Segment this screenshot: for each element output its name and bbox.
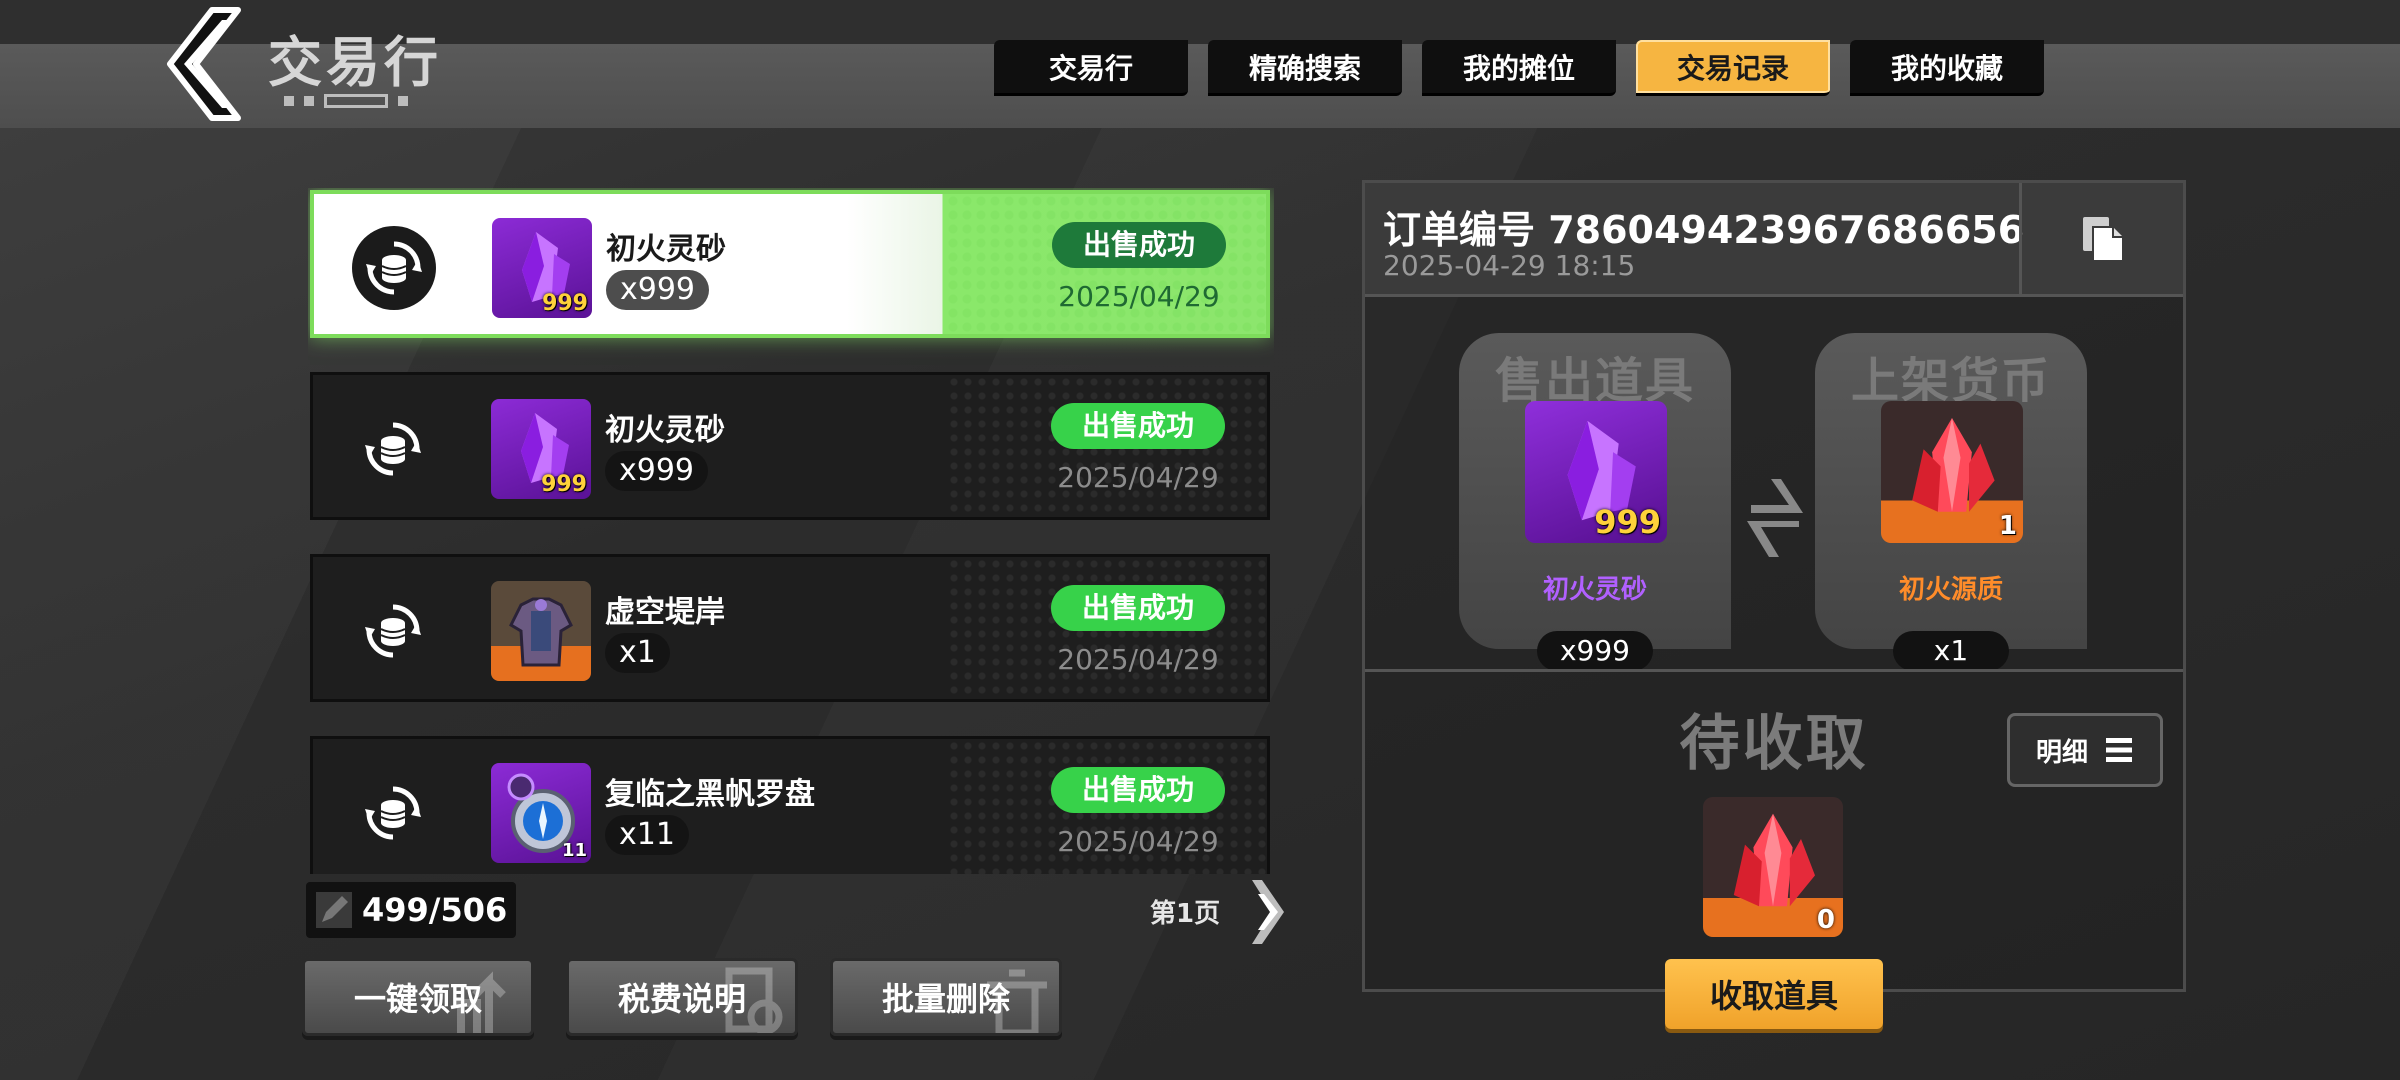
purple-crystal-icon[interactable]: 999	[1525, 401, 1667, 543]
item-quantity: x11	[605, 815, 689, 855]
swap-icon	[1747, 479, 1803, 557]
price-item-quantity: x1	[1893, 631, 2009, 671]
record-date: 2025/04/29	[1057, 461, 1219, 494]
record-row[interactable]: 999 初火灵砂 x999 出售成功 2025/04/29	[310, 190, 1270, 338]
armor-icon	[491, 581, 591, 681]
purple-crystal-icon: 999	[492, 218, 592, 318]
item-name: 初火灵砂	[605, 413, 725, 448]
sold-item-card: 售出道具 999 初火灵砂	[1459, 333, 1731, 649]
status-badge: 出售成功	[1051, 767, 1225, 813]
sold-item-name: 初火灵砂	[1542, 575, 1647, 605]
status-badge: 出售成功	[1052, 222, 1226, 268]
divider	[1365, 669, 2183, 672]
tax-info-button[interactable]: 税费说明	[566, 958, 798, 1036]
red-crystal-icon[interactable]: 0	[1703, 797, 1843, 937]
sold-item-quantity: x999	[1537, 631, 1653, 671]
item-name: 初火灵砂	[606, 232, 726, 267]
record-row[interactable]: 虚空堤岸 x1 出售成功 2025/04/29	[310, 554, 1270, 702]
red-crystal-icon[interactable]: 1	[1881, 401, 2023, 543]
record-date: 2025/04/29	[1057, 825, 1219, 858]
exchange-section: 售出道具 999 初火灵砂 x999 上架货币 1 初火源质 x1	[1365, 297, 2183, 671]
record-count-badge: 499/506	[306, 882, 516, 938]
price-item-name: 初火源质	[1898, 575, 2003, 605]
price-item-card: 上架货币 1 初火源质	[1815, 333, 2087, 649]
copy-button[interactable]	[2019, 183, 2183, 294]
record-date: 2025/04/29	[1058, 280, 1220, 313]
title-decoration	[284, 94, 408, 108]
order-detail-panel: 订单编号 786049423967686656 2025-04-29 18:15…	[1362, 180, 2186, 1029]
record-row[interactable]: 11 复临之黑帆罗盘 x11 出售成功 2025/04/29	[310, 736, 1270, 874]
coin-stack-icon	[352, 226, 436, 310]
purple-crystal-icon: 999	[491, 399, 591, 499]
detail-list-button[interactable]: 明细	[2007, 713, 2163, 787]
item-quantity: x999	[605, 451, 709, 491]
status-badge: 出售成功	[1051, 585, 1225, 631]
item-name: 复临之黑帆罗盘	[605, 777, 815, 812]
record-row[interactable]: 999 初火灵砂 x999 出售成功 2025/04/29	[310, 372, 1270, 520]
coin-stack-icon	[351, 771, 435, 855]
pencil-icon	[316, 892, 352, 928]
tab-my-stall[interactable]: 我的摊位	[1422, 40, 1616, 96]
page-title: 交易行	[268, 31, 442, 94]
collect-items-button[interactable]: 收取道具	[1665, 959, 1883, 1029]
tab-precise-search[interactable]: 精确搜索	[1208, 40, 1402, 96]
coin-stack-icon	[351, 589, 435, 673]
item-quantity: x999	[606, 270, 710, 310]
claim-all-button[interactable]: 一键领取	[302, 958, 534, 1036]
order-header: 订单编号 786049423967686656 2025-04-29 18:15	[1365, 183, 2183, 297]
top-bar: 交易行 交易行 精确搜索 我的摊位 交易记录 我的收藏	[0, 0, 2400, 128]
next-page-button[interactable]	[1248, 872, 1288, 952]
menu-icon	[2106, 738, 2132, 762]
status-badge: 出售成功	[1051, 403, 1225, 449]
page-indicator: 第1页	[1150, 899, 1221, 929]
tab-bar: 交易行 精确搜索 我的摊位 交易记录 我的收藏	[994, 40, 2044, 96]
back-button[interactable]	[150, 4, 250, 124]
records-list[interactable]: 999 初火灵砂 x999 出售成功 2025/04/29 999 初火灵砂 x…	[308, 188, 1274, 874]
record-date: 2025/04/29	[1057, 643, 1219, 676]
copy-icon	[2082, 216, 2124, 262]
order-time: 2025-04-29 18:15	[1383, 249, 1636, 282]
compass-icon: 11	[491, 763, 591, 863]
tab-trade[interactable]: 交易行	[994, 40, 1188, 96]
tab-my-favorites[interactable]: 我的收藏	[1850, 40, 2044, 96]
order-number: 订单编号 786049423967686656	[1383, 208, 2025, 252]
coin-stack-icon	[351, 407, 435, 491]
chevron-left-icon	[167, 7, 241, 121]
action-bar: 一键领取 税费说明 批量删除	[302, 958, 1062, 1036]
batch-delete-button[interactable]: 批量删除	[830, 958, 1062, 1036]
item-quantity: x1	[605, 633, 670, 673]
item-name: 虚空堤岸	[605, 595, 725, 630]
record-count: 499/506	[362, 891, 508, 929]
tab-trade-records[interactable]: 交易记录	[1636, 40, 1830, 96]
